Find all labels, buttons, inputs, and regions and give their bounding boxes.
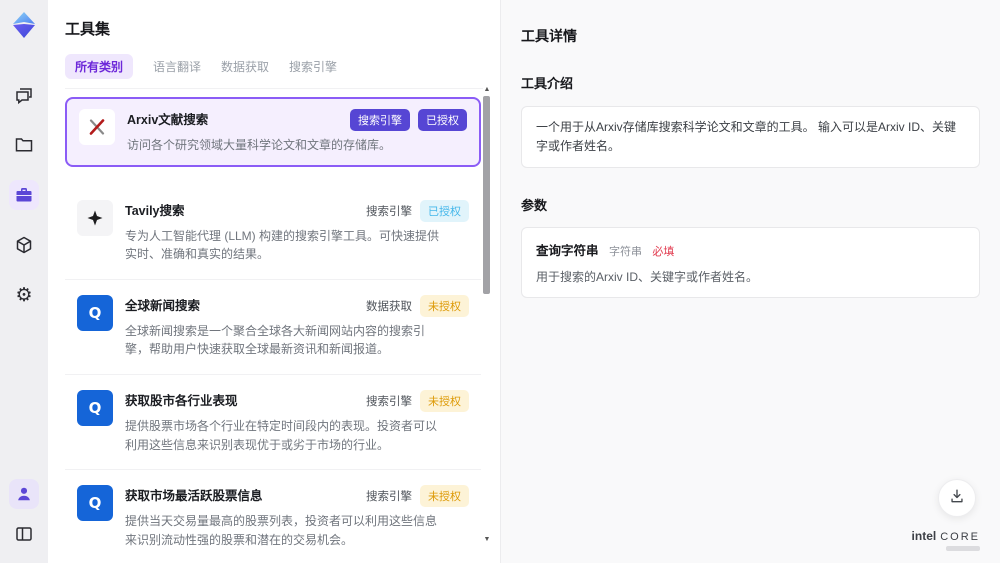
tool-item-arxiv-search[interactable]: Arxiv文献搜索 搜索引擎 已授权 访问各个研究领域大量科学论文和文章的存储库… <box>65 97 481 167</box>
params-heading: 参数 <box>521 198 548 214</box>
news-q-logo-icon: Q <box>77 485 113 522</box>
scrollbar-thumb[interactable] <box>483 96 490 294</box>
gear-icon: ⚙ <box>15 284 33 306</box>
folder-icon <box>14 135 34 155</box>
tool-item-tavily-search[interactable]: Tavily搜索 搜索引擎 已授权 专为人工智能代理 (LLM) 构建的搜索引擎… <box>65 185 481 280</box>
parameter-type: 字符串 <box>608 246 642 259</box>
sidebar-item-models[interactable] <box>9 230 39 260</box>
panel-layout-icon <box>14 524 34 544</box>
q-glyph: Q <box>88 303 102 322</box>
tool-item-stock-sector-performance[interactable]: Q 获取股市各行业表现 搜索引擎 未授权 提供股票市场各个行业在特定时间段内的表… <box>65 375 481 471</box>
list-scrollbar[interactable]: ▲ ▼ <box>482 86 492 548</box>
intel-core-brand: intel CORE <box>912 529 980 551</box>
sidebar-item-files[interactable] <box>9 130 39 160</box>
tool-description: 提供股票市场各个行业在特定时间段内的表现。投资者可以利用这些信息来识别表现优于或… <box>125 418 438 452</box>
auth-status-badge: 未授权 <box>420 294 469 317</box>
download-button[interactable] <box>938 479 976 517</box>
intro-heading: 工具介绍 <box>521 76 574 91</box>
tool-description: 全球新闻搜索是一个聚合全球各大新闻网站内容的搜索引擎，帮助用户快速获取全球最新资… <box>125 323 426 357</box>
sidebar-item-account[interactable] <box>9 479 39 509</box>
category-tag: 搜索引擎 <box>366 395 412 408</box>
tool-description: 提供当天交易量最高的股票列表，投资者可以利用这些信息来识别流动性强的股票和潜在的… <box>125 514 438 547</box>
toolbox-icon <box>14 185 34 205</box>
sidebar-nav: ⚙ <box>9 80 39 310</box>
tool-item-global-news-search[interactable]: Q 全球新闻搜索 数据获取 未授权 全球新闻搜索是一个聚合全球各大新闻网站内容的… <box>65 280 481 375</box>
scrollbar-down-arrow[interactable]: ▼ <box>482 536 492 544</box>
tool-title: 获取股市各行业表现 <box>125 393 238 408</box>
cube-icon <box>14 235 34 255</box>
parameter-header: 查询字符串 字符串 必填 <box>536 240 965 260</box>
tool-list-panel: 工具集 所有类别 语言翻译 数据获取 搜索引擎 Arxiv文献搜索 搜索引擎 已… <box>48 0 500 563</box>
category-tag: 搜索引擎 <box>366 491 412 504</box>
tool-item-most-active-stocks[interactable]: Q 获取市场最活跃股票信息 搜索引擎 未授权 提供当天交易量最高的股票列表，投资… <box>65 470 481 563</box>
q-glyph: Q <box>88 398 102 417</box>
q-glyph: Q <box>88 494 102 513</box>
tool-details-panel: 工具详情 工具介绍 一个用于从Arxiv存储库搜索科学论文和文章的工具。 输入可… <box>500 0 1000 563</box>
sidebar-item-chat[interactable] <box>9 80 39 110</box>
tool-list: Arxiv文献搜索 搜索引擎 已授权 访问各个研究领域大量科学论文和文章的存储库… <box>65 97 481 563</box>
tool-description: 专为人工智能代理 (LLM) 构建的搜索引擎工具。可快速提供实时、准确和真实的结… <box>125 228 440 262</box>
tab-data-fetching[interactable]: 数据获取 <box>221 58 269 75</box>
tool-description: 访问各个研究领域大量科学论文和文章的存储库。 <box>127 138 392 152</box>
tool-title: 全球新闻搜索 <box>125 298 201 313</box>
sidebar-item-collapse[interactable] <box>9 519 39 549</box>
user-icon <box>15 485 33 503</box>
core-wordmark: CORE <box>940 531 980 543</box>
chat-icon <box>14 85 34 105</box>
page-title: 工具集 <box>65 21 111 38</box>
tab-all-categories[interactable]: 所有类别 <box>65 54 134 79</box>
sidebar-bottom-nav <box>9 479 39 549</box>
news-q-logo-icon: Q <box>77 294 113 331</box>
tool-title: Arxiv文献搜索 <box>127 113 209 127</box>
category-tabs: 所有类别 语言翻译 数据获取 搜索引擎 <box>65 54 483 89</box>
scrollbar-up-arrow[interactable]: ▲ <box>482 86 492 94</box>
details-title: 工具详情 <box>521 28 577 44</box>
parameter-card: 查询字符串 字符串 必填 用于搜索的Arxiv ID、关键字或作者姓名。 <box>521 227 980 299</box>
app-logo <box>9 10 39 40</box>
category-tag: 搜索引擎 <box>366 205 412 218</box>
brand-sub-mark <box>946 546 980 551</box>
sidebar-item-tools[interactable] <box>9 180 39 210</box>
tab-search-engine[interactable]: 搜索引擎 <box>289 58 337 75</box>
news-q-logo-icon: Q <box>77 389 113 426</box>
tool-title: Tavily搜索 <box>125 203 185 218</box>
tab-language-translation[interactable]: 语言翻译 <box>153 58 201 75</box>
app-sidebar: ⚙ <box>0 0 48 563</box>
intel-wordmark: intel <box>911 529 937 543</box>
auth-status-badge: 未授权 <box>420 485 469 508</box>
tool-title: 获取市场最活跃股票信息 <box>125 489 263 504</box>
auth-status-badge: 已授权 <box>420 199 469 222</box>
sidebar-item-settings[interactable]: ⚙ <box>9 280 39 310</box>
auth-status-badge: 未授权 <box>420 389 469 412</box>
category-badge: 搜索引擎 <box>350 109 410 131</box>
download-icon <box>948 487 966 510</box>
parameter-required-flag: 必填 <box>652 246 675 259</box>
parameter-description: 用于搜索的Arxiv ID、关键字或作者姓名。 <box>536 270 759 285</box>
auth-status-badge: 已授权 <box>418 109 467 131</box>
parameter-name: 查询字符串 <box>536 244 599 259</box>
category-tag: 数据获取 <box>366 300 412 313</box>
four-point-star-icon <box>77 199 113 236</box>
arxiv-logo-icon <box>79 109 115 145</box>
intro-text-box: 一个用于从Arxiv存储库搜索科学论文和文章的工具。 输入可以是Arxiv ID… <box>521 106 980 169</box>
